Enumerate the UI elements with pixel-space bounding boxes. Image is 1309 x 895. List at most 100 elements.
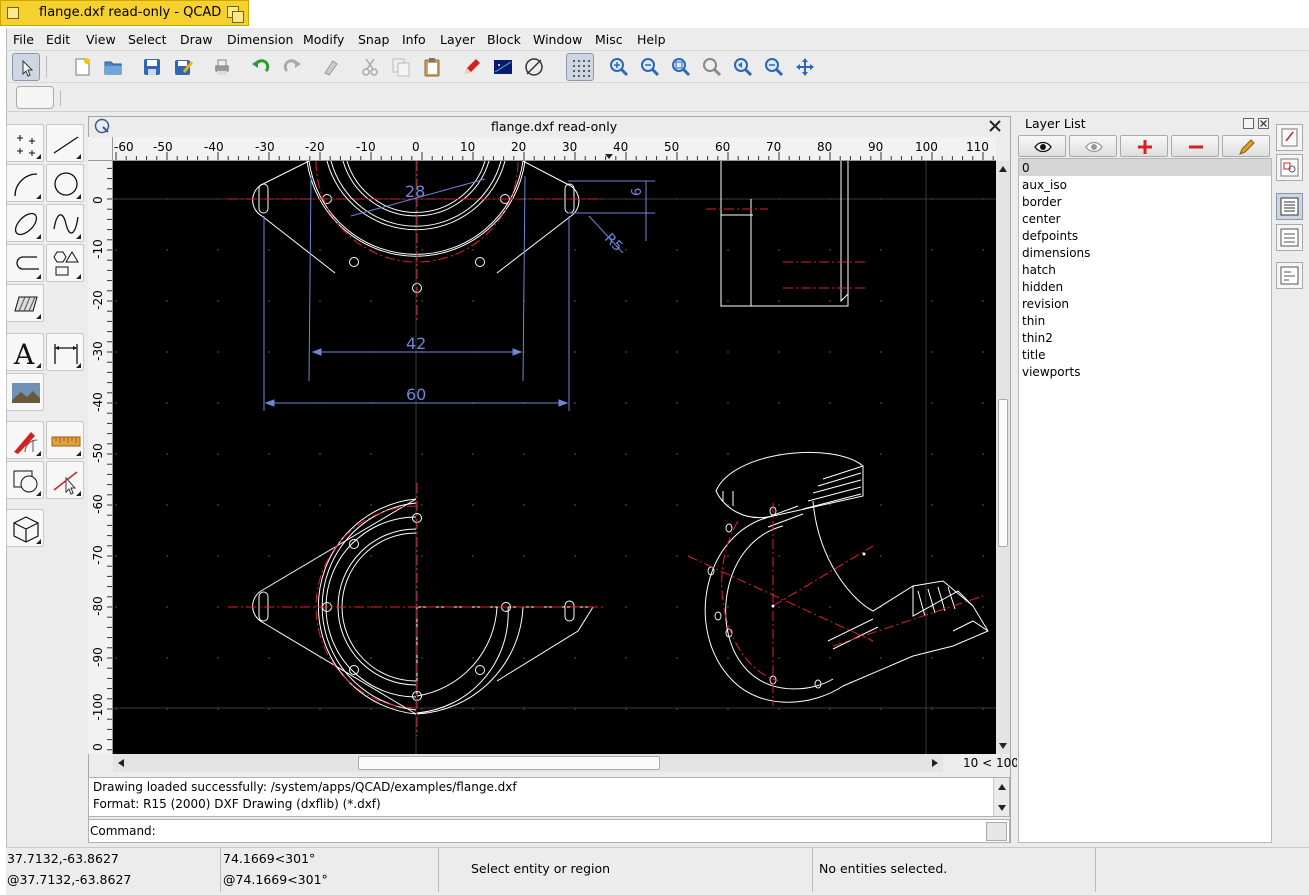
copy-icon[interactable] [387, 53, 415, 81]
horizontal-scroll-thumb[interactable] [358, 756, 660, 770]
circle-tool[interactable] [46, 164, 84, 202]
close-icon[interactable] [988, 119, 1002, 133]
menu-draw[interactable]: Draw [180, 32, 213, 47]
minus-icon [1189, 145, 1203, 149]
command-line[interactable]: Command: [88, 819, 1010, 843]
vertical-scrollbar[interactable] [996, 161, 1010, 754]
menu-info[interactable]: Info [402, 32, 426, 47]
dock-command-list-icon[interactable] [1276, 262, 1303, 289]
save-as-icon[interactable] [169, 53, 197, 81]
menu-view[interactable]: View [86, 32, 116, 47]
text-tool[interactable]: A [6, 333, 44, 371]
layer-item[interactable]: revision [1022, 297, 1069, 311]
layer-item[interactable]: thin2 [1022, 331, 1053, 345]
layer-item[interactable]: title [1022, 348, 1045, 362]
scroll-down-icon[interactable] [999, 743, 1007, 749]
block-tool[interactable] [6, 461, 44, 499]
layer-item[interactable]: 0 [1022, 161, 1030, 175]
layer-item[interactable]: aux_iso [1022, 178, 1067, 192]
drawing-canvas[interactable]: 28 42 60 R5 6 [113, 161, 996, 754]
image-tool[interactable] [6, 373, 44, 411]
show-all-layers-button[interactable] [1018, 135, 1066, 157]
menu-layer[interactable]: Layer [440, 32, 475, 47]
history-scrollbar[interactable] [993, 778, 1009, 816]
measure-tool[interactable] [46, 421, 84, 459]
layer-item[interactable]: defpoints [1022, 229, 1078, 243]
history-scroll-down-icon[interactable] [998, 805, 1006, 811]
options-empty-button[interactable] [16, 86, 54, 109]
print-icon[interactable] [208, 53, 236, 81]
layer-item[interactable]: border [1022, 195, 1062, 209]
shape-tool[interactable] [46, 244, 84, 282]
zoom-previous-icon[interactable] [729, 53, 757, 81]
dock-properties-icon[interactable] [1276, 124, 1303, 151]
ellipse-tool[interactable] [6, 204, 44, 242]
menu-modify[interactable]: Modify [303, 32, 344, 47]
layer-item[interactable]: hidden [1022, 280, 1063, 294]
points-tool[interactable] [6, 124, 44, 162]
dock-close-icon[interactable] [1258, 118, 1269, 129]
arc-tool[interactable] [6, 164, 44, 202]
line-tool[interactable] [46, 124, 84, 162]
open-file-icon[interactable] [99, 53, 127, 81]
cut-icon[interactable] [356, 53, 384, 81]
dock-block-list-icon[interactable] [1276, 224, 1303, 251]
new-file-icon[interactable] [68, 53, 96, 81]
layer-item[interactable]: hatch [1022, 263, 1056, 277]
pen-icon[interactable] [458, 53, 486, 81]
zoom-selection-icon[interactable] [760, 53, 788, 81]
hatch-tool[interactable] [6, 284, 44, 322]
layer-item[interactable]: center [1022, 212, 1061, 226]
pointer-icon[interactable] [12, 53, 40, 81]
menu-snap[interactable]: Snap [358, 32, 389, 47]
polyline-tool[interactable] [6, 244, 44, 282]
menu-dimension[interactable]: Dimension [227, 32, 293, 47]
modify-tool[interactable] [6, 421, 44, 459]
layer-item[interactable]: viewports [1022, 365, 1080, 379]
background-icon[interactable] [489, 53, 517, 81]
zoom-out-icon[interactable] [636, 53, 664, 81]
3d-tool[interactable] [6, 509, 44, 547]
dock-float-icon[interactable] [1243, 118, 1254, 129]
vertical-scroll-thumb[interactable] [998, 399, 1008, 547]
scroll-right-icon[interactable] [932, 759, 938, 767]
select-tool[interactable] [46, 461, 84, 499]
dock-layer-list-icon[interactable] [1276, 193, 1303, 220]
dimension-tool[interactable] [46, 333, 84, 371]
add-layer-button[interactable] [1120, 135, 1168, 157]
command-options-button[interactable] [986, 822, 1007, 841]
menu-select[interactable]: Select [128, 32, 167, 47]
grid-icon[interactable] [566, 53, 594, 81]
paste-icon[interactable] [418, 53, 446, 81]
menu-block[interactable]: Block [487, 32, 521, 47]
history-scroll-up-icon[interactable] [998, 784, 1006, 790]
spline-tool[interactable] [46, 204, 84, 242]
menu-window[interactable]: Window [533, 32, 582, 47]
zoom-window-icon[interactable] [698, 53, 726, 81]
menu-edit[interactable]: Edit [46, 32, 70, 47]
layer-item[interactable]: thin [1022, 314, 1045, 328]
restore-icon-back [232, 11, 244, 23]
scroll-up-icon[interactable] [999, 166, 1007, 172]
remove-layer-button[interactable] [1171, 135, 1219, 157]
draft-mode-icon[interactable] [520, 53, 548, 81]
hide-all-layers-button[interactable] [1069, 135, 1117, 157]
undo-icon[interactable] [247, 53, 275, 81]
zoom-auto-icon[interactable] [667, 53, 695, 81]
layer-list[interactable]: 0 aux_iso border center defpoints dimens… [1018, 158, 1272, 843]
pan-icon[interactable] [791, 53, 819, 81]
erase-icon[interactable] [317, 53, 345, 81]
command-input[interactable] [151, 822, 981, 840]
dock-library-icon[interactable] [1276, 154, 1303, 181]
layer-item[interactable]: dimensions [1022, 246, 1090, 260]
menu-help[interactable]: Help [637, 32, 666, 47]
window-title-tab[interactable]: flange.dxf read-only - QCAD [0, 0, 249, 26]
scroll-left-icon[interactable] [118, 759, 124, 767]
menu-misc[interactable]: Misc [595, 32, 623, 47]
save-icon[interactable] [138, 53, 166, 81]
menu-file[interactable]: File [13, 32, 34, 47]
horizontal-scrollbar[interactable] [113, 754, 943, 772]
edit-layer-button[interactable] [1222, 135, 1270, 157]
zoom-in-icon[interactable] [605, 53, 633, 81]
redo-icon[interactable] [278, 53, 306, 81]
